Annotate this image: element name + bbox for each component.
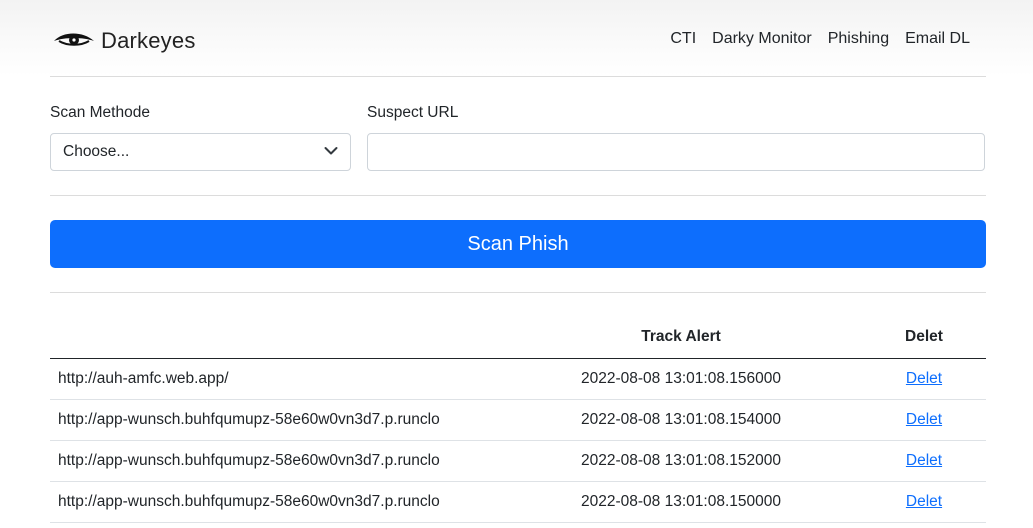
phishing-results-table: Track Alert Delet http://auh-amfc.web.ap…: [50, 317, 986, 523]
divider: [50, 292, 986, 293]
brand-name: Darkeyes: [101, 28, 196, 53]
table-row: http://app-wunsch.buhfqumupz-58e60w0vn3d…: [50, 399, 986, 441]
main-nav: CTI Darky Monitor Phishing Email DL: [670, 30, 970, 48]
delete-link[interactable]: Delet: [906, 452, 942, 469]
row-timestamp: 2022-08-08 13:01:08.152000: [500, 440, 862, 482]
table-row: http://app-wunsch.buhfqumupz-58e60w0vn3d…: [50, 481, 986, 523]
row-url: http://app-wunsch.buhfqumupz-58e60w0vn3d…: [50, 481, 500, 523]
scan-method-value: Choose...: [63, 143, 130, 160]
delete-link[interactable]: Delet: [906, 370, 942, 387]
nav-item-cti[interactable]: CTI: [670, 30, 696, 48]
delete-link[interactable]: Delet: [906, 411, 942, 428]
suspect-url-input[interactable]: [367, 133, 985, 171]
row-url: http://auh-amfc.web.app/: [50, 358, 500, 400]
top-navbar: Darkeyes CTI Darky Monitor Phishing Emai…: [0, 0, 1033, 76]
nav-item-email-dl[interactable]: Email DL: [905, 30, 970, 48]
delete-link[interactable]: Delet: [906, 493, 942, 510]
row-timestamp: 2022-08-08 13:01:08.154000: [500, 399, 862, 441]
nav-item-darky-monitor[interactable]: Darky Monitor: [712, 30, 812, 48]
brand[interactable]: Darkeyes: [53, 26, 196, 56]
row-timestamp: 2022-08-08 13:01:08.150000: [500, 481, 862, 523]
suspect-url-label: Suspect URL: [367, 104, 459, 121]
row-url: http://app-wunsch.buhfqumupz-58e60w0vn3d…: [50, 399, 500, 441]
divider: [50, 195, 986, 196]
row-timestamp: 2022-08-08 13:01:08.156000: [500, 358, 862, 400]
table-header-row: Track Alert Delet: [50, 317, 986, 359]
column-header-url: [50, 317, 500, 359]
scan-phish-button[interactable]: Scan Phish: [50, 220, 986, 268]
column-header-track-alert: Track Alert: [500, 317, 862, 359]
eye-logo-icon: [53, 30, 95, 52]
chevron-down-icon: [324, 143, 338, 161]
nav-item-phishing[interactable]: Phishing: [828, 30, 889, 48]
column-header-delet: Delet: [862, 317, 986, 359]
scan-method-label: Scan Methode: [50, 104, 150, 121]
table-row: http://app-wunsch.buhfqumupz-58e60w0vn3d…: [50, 440, 986, 482]
table-row: http://auh-amfc.web.app/ 2022-08-08 13:0…: [50, 358, 986, 400]
row-url: http://app-wunsch.buhfqumupz-58e60w0vn3d…: [50, 440, 500, 482]
divider: [50, 76, 986, 77]
scan-method-select[interactable]: Choose...: [50, 133, 351, 171]
